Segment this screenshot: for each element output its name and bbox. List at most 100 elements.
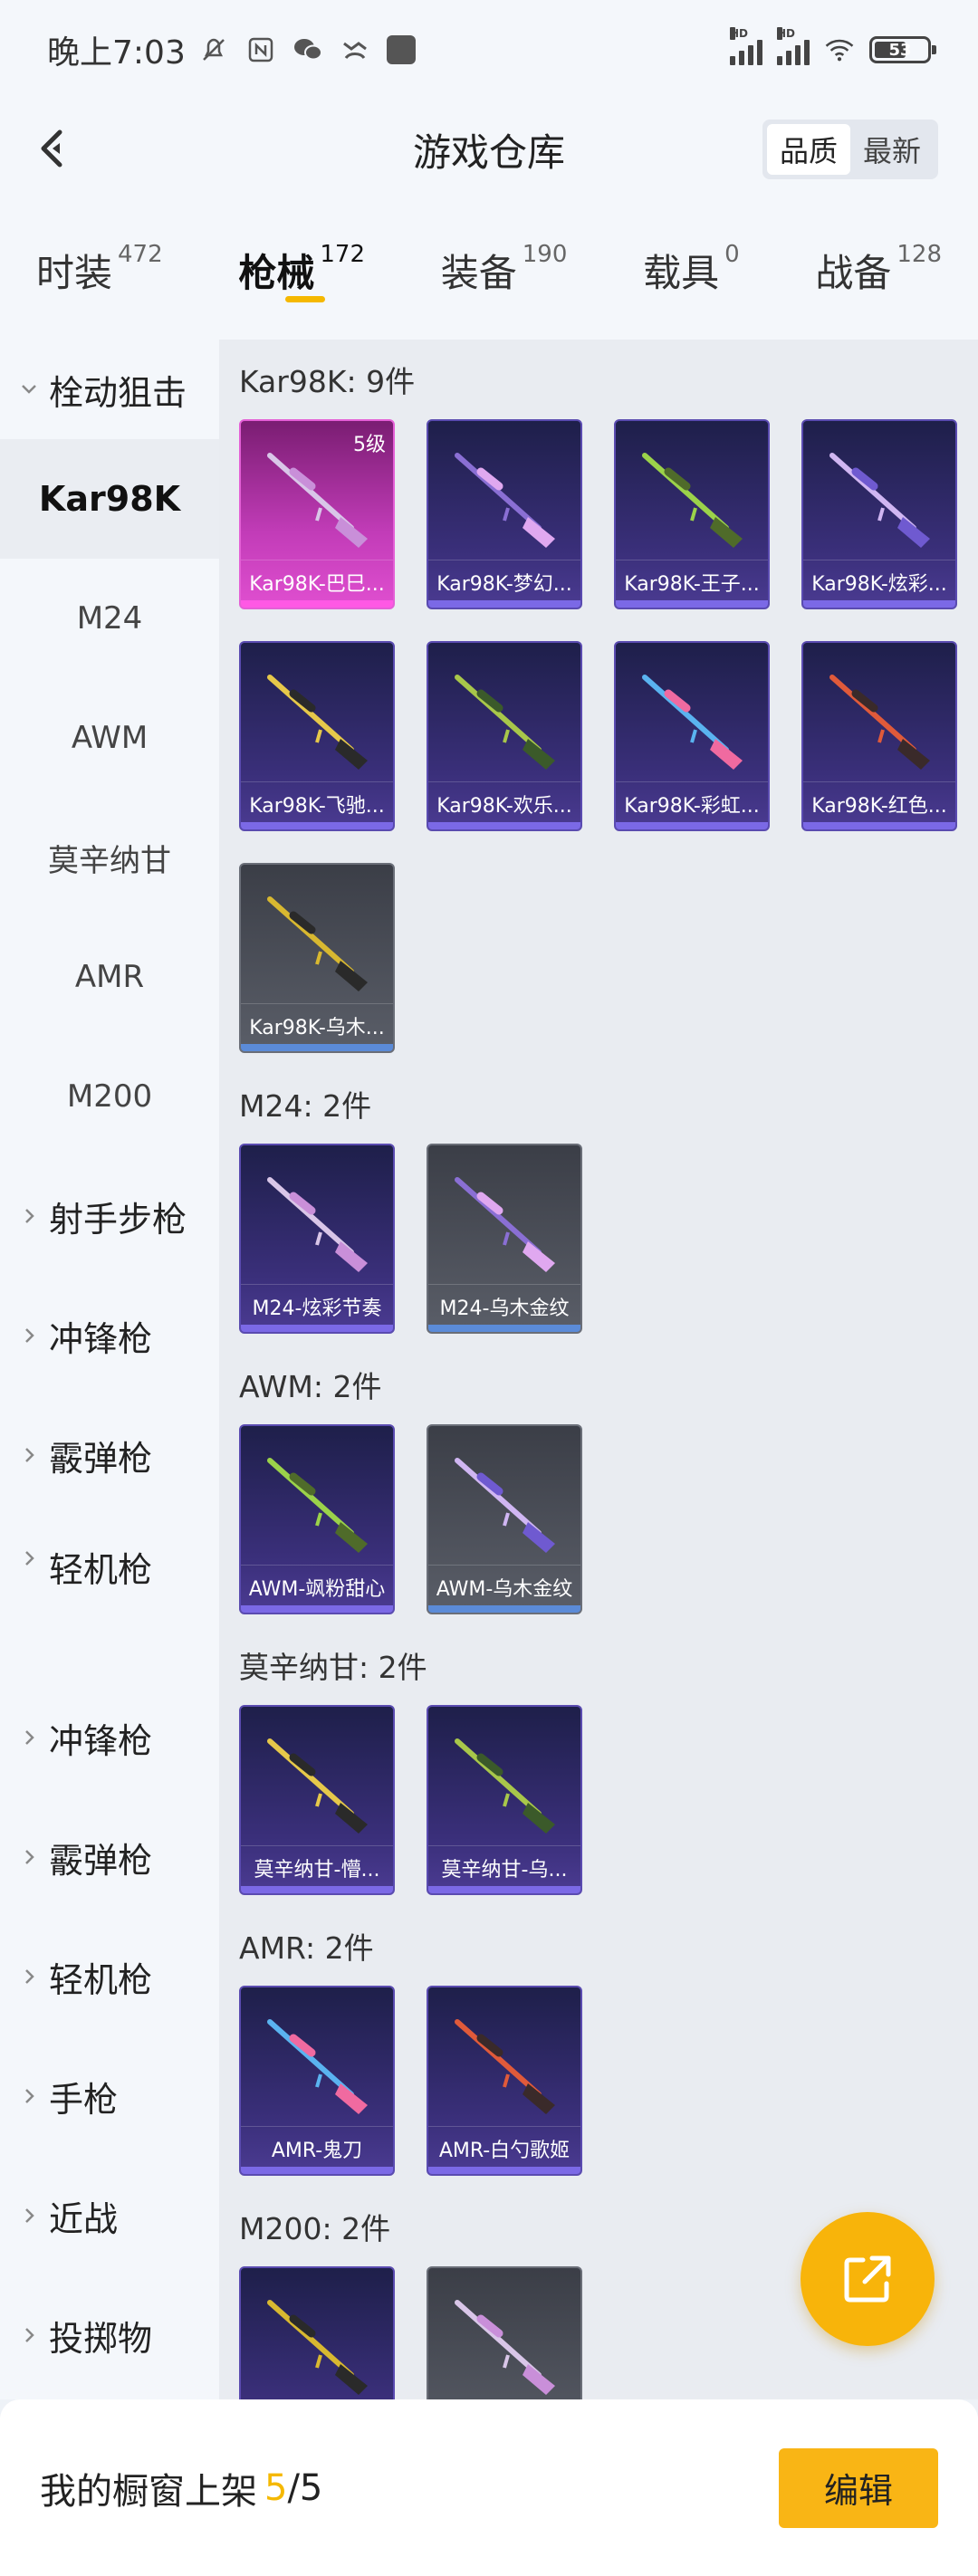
rifle-icon	[455, 453, 555, 548]
rifle-icon	[267, 675, 368, 770]
chevron-down-icon	[22, 385, 36, 394]
weapon-card[interactable]: Kar98K-欢乐...	[427, 641, 582, 831]
rifle-icon	[455, 1177, 555, 1272]
weapon-grid: Kar98K: 9件 5级 Kar98K-巴巳... Kar98K-梦幻... Kar9…	[219, 340, 978, 2399]
share-icon	[844, 2255, 891, 2303]
weapon-card[interactable]: AMR-鬼刀	[239, 1986, 395, 2176]
weapon-card[interactable]: Kar98K-梦幻...	[427, 419, 582, 609]
category-tabs: 时装 472 枪械 172 装备 190 载具 0 战备 128	[0, 199, 978, 340]
sidebar-item-m24[interactable]: M24	[0, 559, 219, 678]
weapon-name: Kar98K-红色...	[811, 795, 947, 818]
rifle-icon	[642, 453, 743, 548]
rifle-icon	[829, 453, 930, 548]
weapon-card[interactable]: Kar98K-王子...	[614, 419, 770, 609]
chevron-right-icon	[25, 1209, 34, 1223]
sidebar-group-bolt-action[interactable]: 栓动狙击	[0, 340, 219, 439]
weapon-name: Kar98K-炫彩...	[811, 573, 947, 596]
sidebar-item-m200[interactable]: M200	[0, 1037, 219, 1156]
sidebar-item-amr[interactable]: AMR	[0, 917, 219, 1037]
sidebar-group-throwable[interactable]: 投掷物	[0, 2275, 219, 2395]
weapon-card[interactable]: 莫辛纳甘-懵...	[239, 1705, 395, 1895]
weapon-name: AMR-鬼刀	[271, 2140, 363, 2162]
weapon-card[interactable]: AWM-飒粉甜心	[239, 1424, 395, 1614]
weapon-card[interactable]: M24-乌木金纹	[427, 1144, 582, 1334]
sort-newest-option[interactable]: 最新	[850, 124, 934, 175]
signal-icon-2: HD	[777, 27, 810, 65]
weapon-card[interactable]: Kar98K-炫彩...	[801, 419, 957, 609]
sidebar-item-kar98k[interactable]: Kar98K	[0, 439, 219, 559]
weapon-name: M24-乌木金纹	[439, 1298, 570, 1320]
weapon-name: Kar98K-乌木...	[249, 1017, 385, 1039]
weapon-name: AWM-飒粉甜心	[248, 1578, 386, 1601]
weapon-card[interactable]: Kar98K-飞驰...	[239, 641, 395, 831]
weapon-name: AMR-白勺歌姬	[438, 2140, 570, 2162]
page-title: 游戏仓库	[412, 129, 565, 175]
tab-weapons[interactable]: 枪械 172	[238, 234, 365, 306]
chevron-right-icon	[25, 1850, 34, 1864]
status-time: 晚上7:03	[47, 34, 186, 72]
tab-fashion[interactable]: 时装 472	[36, 234, 163, 306]
weapon-name: Kar98K-巴巳...	[249, 573, 385, 596]
sidebar-group-shotgun-2[interactable]: 霰弹枪	[0, 1797, 219, 1917]
weapon-name: 莫辛纳甘-乌...	[441, 1859, 568, 1882]
chevron-right-icon	[25, 2208, 34, 2223]
tab-equipment[interactable]: 装备 190	[441, 234, 568, 306]
game-icon	[340, 34, 370, 65]
nfc-icon	[245, 34, 276, 65]
weapon-name: Kar98K-梦幻...	[436, 573, 572, 596]
showcase-count: 5	[264, 2466, 288, 2509]
category-sidebar: 栓动狙击 Kar98K M24 AWM 莫辛纳甘 AMR M200 射手步枪 冲…	[0, 340, 219, 2399]
app-icon	[386, 35, 416, 64]
tab-supplies[interactable]: 战备 128	[815, 234, 942, 306]
edit-button[interactable]: 编辑	[779, 2447, 938, 2528]
sidebar-group-smg-2[interactable]: 冲锋枪	[0, 1678, 219, 1797]
section-title: 莫辛纳甘: 2件	[239, 1650, 427, 1685]
sidebar-group-marksman[interactable]: 射手步枪	[0, 1156, 219, 1276]
weapon-card[interactable]: 莫辛纳甘-乌...	[427, 1705, 582, 1895]
back-button[interactable]	[25, 120, 83, 177]
chevron-right-icon	[25, 1328, 34, 1343]
weapon-card[interactable]: AMR-白勺歌姬	[427, 1986, 582, 2176]
weapon-card[interactable]: Kar98K-乌木...	[239, 863, 395, 1053]
sort-toggle[interactable]: 品质 最新	[762, 120, 938, 179]
sidebar-item-awm[interactable]: AWM	[0, 678, 219, 798]
rifle-icon	[455, 2019, 555, 2114]
wifi-icon	[824, 34, 855, 65]
sidebar-group-smg[interactable]: 冲锋枪	[0, 1276, 219, 1395]
tab-vehicles[interactable]: 载具 0	[643, 234, 740, 306]
share-button[interactable]	[801, 2212, 935, 2346]
sidebar-group-lmg-2[interactable]: 轻机枪	[0, 1917, 219, 2036]
sidebar-group-lmg[interactable]: 轻机枪	[0, 1515, 219, 1678]
chevron-left-icon	[41, 129, 62, 168]
sidebar-item-mosin[interactable]: 莫辛纳甘	[0, 798, 219, 917]
weapon-card[interactable]: M24-炫彩节奏	[239, 1144, 395, 1334]
weapon-name: AWM-乌木金纹	[436, 1578, 573, 1601]
rifle-icon	[455, 2300, 555, 2395]
weapon-name: 莫辛纳甘-懵...	[254, 1859, 380, 1882]
sidebar-group-pistol[interactable]: 手枪	[0, 2036, 219, 2156]
weapon-name: Kar98K-王子...	[624, 573, 760, 596]
wechat-icon	[292, 34, 323, 65]
rifle-icon	[455, 1458, 555, 1553]
rifle-icon	[267, 2019, 368, 2114]
weapon-card[interactable]: AWM-乌木金纹	[427, 1424, 582, 1614]
app-header: 游戏仓库 品质 最新	[0, 100, 978, 199]
sidebar-group-melee[interactable]: 近战	[0, 2156, 219, 2275]
weapon-card[interactable]: M200-乌木金...	[427, 2266, 582, 2399]
level-badge: 5级	[353, 434, 386, 456]
weapon-card[interactable]: 5级 Kar98K-巴巳...	[239, 419, 395, 609]
showcase-bar: 我的橱窗上架 5 /5 编辑	[0, 2399, 978, 2576]
section-title: AWM: 2件	[239, 1369, 382, 1404]
section-title: M24: 2件	[239, 1088, 372, 1124]
rifle-icon	[267, 1738, 368, 1834]
showcase-label: 我的橱窗上架	[40, 2470, 257, 2513]
weapon-card[interactable]: Kar98K-红色...	[801, 641, 957, 831]
sort-quality-option[interactable]: 品质	[766, 124, 850, 175]
rifle-icon	[267, 1177, 368, 1272]
weapon-card[interactable]: Kar98K-彩虹...	[614, 641, 770, 831]
showcase-total: /5	[287, 2466, 323, 2509]
chevron-right-icon	[25, 1448, 34, 1462]
rifle-icon	[455, 675, 555, 770]
sidebar-group-shotgun[interactable]: 霰弹枪	[0, 1395, 219, 1515]
weapon-card[interactable]: M200-惊鸿侠...	[239, 2266, 395, 2399]
